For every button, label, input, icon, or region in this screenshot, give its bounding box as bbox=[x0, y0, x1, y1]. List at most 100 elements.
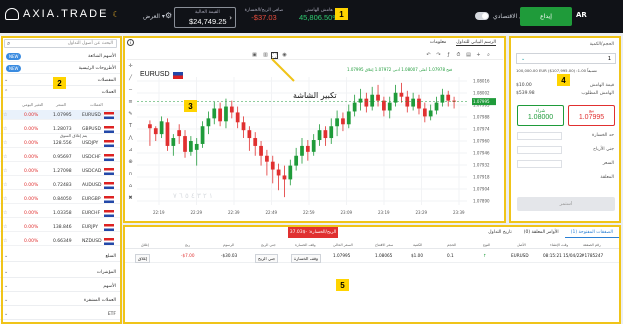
pattern-icon[interactable]: ⋀ bbox=[127, 135, 134, 142]
stop-loss-input[interactable] bbox=[517, 132, 562, 140]
price-input[interactable] bbox=[517, 160, 562, 168]
sell-button[interactable]: بيع 1.07995 bbox=[568, 105, 615, 126]
volume-select[interactable]: ⌄ 1 bbox=[516, 53, 616, 64]
ruler-icon[interactable]: ⊿ bbox=[127, 147, 134, 154]
info-icon[interactable]: i bbox=[127, 39, 134, 46]
star-icon[interactable]: ☆ bbox=[3, 238, 7, 244]
category-stocks[interactable]: ⌄ الأسهم bbox=[0, 281, 120, 292]
text-icon[interactable]: T bbox=[127, 123, 134, 130]
star-icon[interactable]: ☆ bbox=[3, 196, 7, 202]
star-icon[interactable]: ☆ bbox=[3, 140, 7, 146]
asset-row-usdcad[interactable]: ☆ 0.00% 1.27098 USDCAD bbox=[0, 166, 120, 176]
balance-box[interactable]: القيمة الحالية $24,749.25 › bbox=[174, 7, 236, 28]
close-position-button[interactable]: إغلاق bbox=[135, 253, 151, 263]
y-tick-label: 1.07946 bbox=[473, 151, 490, 156]
tab-open[interactable]: الصفقات المفتوحة (1) bbox=[564, 227, 619, 238]
account-selector[interactable]: العرض ▾ bbox=[143, 13, 165, 20]
asset-row-eurjpy[interactable]: ☆ 0.00% 138.846 EURJPY bbox=[0, 222, 120, 232]
star-icon[interactable]: ☆ bbox=[3, 154, 7, 160]
lock-icon[interactable]: ⌂ bbox=[127, 183, 134, 190]
candle-body bbox=[382, 100, 386, 111]
trading-platform: AXIA.TRADE ☾ العرض ▾ ⚙ القيمة الحالية $2… bbox=[0, 0, 623, 324]
candle-body bbox=[370, 94, 375, 107]
asset-change: 0.00% bbox=[24, 196, 39, 202]
tab-pending[interactable]: الأوامر المعلقة (0) bbox=[518, 227, 565, 238]
tab-trading-chart[interactable]: الرسم البياني للتداول bbox=[456, 40, 496, 46]
search-input[interactable]: ⌕ البحث عن أصول التداول bbox=[4, 39, 117, 48]
deposit-button[interactable]: إيداع bbox=[520, 7, 572, 26]
asset-row-usdchf[interactable]: ☆ 0.00% 0.95697 USDCHF bbox=[0, 152, 120, 162]
theme-toggle[interactable] bbox=[475, 12, 489, 20]
required-label: الهامش المطلوب bbox=[581, 91, 614, 96]
timeframe-icon[interactable]: ⏱ bbox=[455, 52, 462, 59]
asset-row-eurchf[interactable]: ☆ 0.00% 1.03358 EURCHF bbox=[0, 208, 120, 218]
take-profit-button[interactable]: جني الربح bbox=[255, 253, 279, 263]
compare-icon[interactable]: + bbox=[475, 52, 482, 59]
category-label: السلع bbox=[105, 254, 116, 259]
star-icon[interactable]: ☆ bbox=[3, 168, 7, 174]
category-crypto[interactable]: ⌄ العملات المشفرة bbox=[0, 295, 120, 306]
chevron-up-icon: ⌃ bbox=[4, 89, 9, 95]
brush-icon[interactable]: ✎ bbox=[127, 111, 134, 118]
asset-price: 128.556 bbox=[53, 140, 72, 146]
buy-button[interactable]: شراء 1.08000 bbox=[517, 105, 564, 126]
asset-row-audusd[interactable]: ☆ 0.00% 0.72483 AUDUSD bbox=[0, 180, 120, 190]
candle-body bbox=[183, 136, 187, 152]
category-indices[interactable]: ⌄ المؤشرات bbox=[0, 267, 120, 278]
volume-label: الحجم/الكمية bbox=[589, 42, 614, 47]
category-label: المؤشرات bbox=[96, 270, 116, 275]
search-symbol-icon[interactable]: ⌕ bbox=[485, 52, 492, 59]
chart-type-icon[interactable]: ▤ bbox=[465, 52, 472, 59]
position-fee: -$30.03 bbox=[221, 253, 238, 258]
asset-row-usdjpy[interactable]: ☆ 0.00% 128.556 USDJPY bbox=[0, 138, 120, 148]
candles-icon[interactable]: ▥ bbox=[262, 52, 269, 59]
magnet-icon[interactable]: ∩ bbox=[127, 171, 134, 178]
column-symbol: العملات bbox=[90, 102, 103, 107]
position-time: 08:15:21 15/04/22 bbox=[543, 253, 582, 258]
trash-icon[interactable]: ✖ bbox=[127, 195, 134, 202]
category-commodities[interactable]: ⌄ السلع bbox=[0, 251, 120, 262]
price-option[interactable]: السعر bbox=[603, 161, 614, 166]
tab-info[interactable]: معلومات bbox=[430, 40, 446, 46]
flag-icon bbox=[104, 237, 114, 245]
col-volume: الحجم bbox=[447, 243, 457, 247]
candle-body bbox=[171, 138, 176, 146]
asset-price: 1.03358 bbox=[53, 210, 72, 216]
take-profit-input[interactable] bbox=[517, 146, 562, 154]
asset-row-eurusd[interactable]: ☆ 0.00% 1.07995 EURUSD bbox=[0, 110, 120, 120]
fib-icon[interactable]: ≡ bbox=[127, 99, 134, 106]
language-selector[interactable]: AR bbox=[576, 11, 587, 19]
trendline-icon[interactable]: ╱ bbox=[127, 75, 134, 82]
asset-row-eurgbp[interactable]: ☆ 0.00% 0.84050 EURGBP bbox=[0, 194, 120, 204]
indicators-icon[interactable]: ƒ bbox=[445, 52, 452, 59]
tab-history[interactable]: تاريخ التداول bbox=[482, 227, 517, 238]
asset-row-nzdusd[interactable]: ☆ 0.00% 0.66349 NZDUSD bbox=[0, 236, 120, 246]
take-profit-option[interactable]: جني الأرباح bbox=[593, 147, 614, 152]
star-icon[interactable]: ☆ bbox=[3, 210, 7, 216]
candle-body bbox=[376, 94, 380, 101]
badge-5: 5 bbox=[336, 279, 349, 291]
user-icon[interactable]: ⚙ bbox=[165, 11, 172, 20]
candle-body bbox=[335, 118, 339, 127]
stop-loss-option[interactable]: حد الخسارة bbox=[592, 133, 614, 138]
zoom-icon[interactable]: ⊕ bbox=[127, 159, 134, 166]
candle-body bbox=[399, 92, 404, 97]
new-badge: NEW bbox=[6, 65, 22, 72]
category-etf[interactable]: ⌄ ETF bbox=[0, 309, 120, 320]
sidebar-item-popular[interactable]: NEW الأسهم الشائعة bbox=[0, 51, 120, 62]
undo-icon[interactable]: ↶ bbox=[425, 52, 432, 59]
place-order-button[interactable]: استمر bbox=[517, 197, 615, 211]
star-icon[interactable]: ☆ bbox=[3, 112, 7, 118]
table-row[interactable]: #1785247 08:15:21 15/04/22 EURUSD ↑ 0.1 … bbox=[125, 251, 619, 263]
star-icon[interactable]: ☆ bbox=[3, 182, 7, 188]
pending-option[interactable]: المعلقة bbox=[600, 175, 614, 180]
hline-icon[interactable]: ─ bbox=[127, 87, 134, 94]
settings-icon[interactable]: ▣ bbox=[251, 52, 258, 59]
stop-loss-button[interactable]: وقف الخسارة bbox=[291, 253, 322, 263]
candle-body bbox=[253, 138, 258, 146]
cursor-icon[interactable]: ✛ bbox=[127, 63, 134, 70]
star-icon[interactable]: ☆ bbox=[3, 126, 7, 132]
sidebar-item-main[interactable]: NEW الأطروحات الرئيسية bbox=[0, 63, 120, 74]
redo-icon[interactable]: ↷ bbox=[435, 52, 442, 59]
star-icon[interactable]: ☆ bbox=[3, 224, 7, 230]
